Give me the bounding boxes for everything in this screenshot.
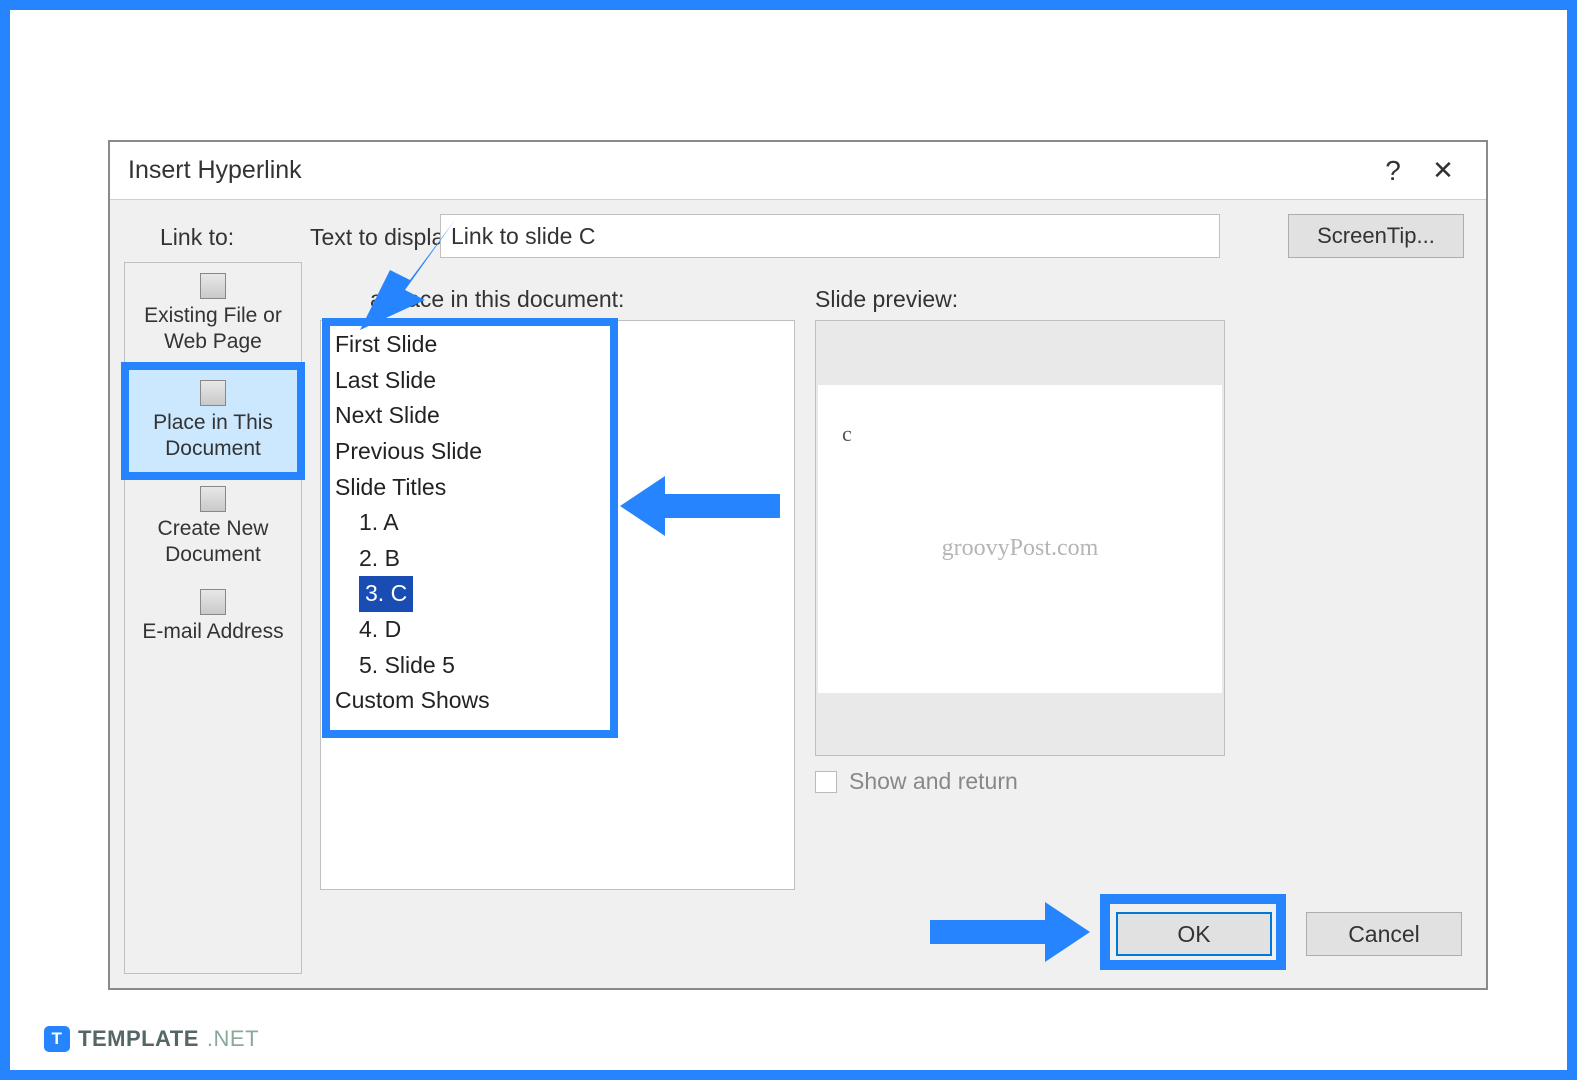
slide-preview: c groovyPost.com	[818, 385, 1222, 693]
annotation-arrow-tree	[620, 476, 780, 536]
close-icon[interactable]: ✕	[1418, 155, 1468, 186]
slide-preview-box: c groovyPost.com	[815, 320, 1225, 756]
tree-item[interactable]: Last Slide	[335, 363, 780, 399]
link-to-label: Link to:	[160, 224, 234, 251]
tree-item[interactable]: Previous Slide	[335, 434, 780, 470]
screentip-button[interactable]: ScreenTip...	[1288, 214, 1464, 258]
document-places-tree[interactable]: First Slide Last Slide Next Slide Previo…	[320, 320, 795, 890]
tree-item-selected[interactable]: 3. C	[335, 576, 780, 612]
new-document-icon	[200, 486, 226, 512]
show-return-label: Show and return	[849, 768, 1018, 795]
sidebar-item-existing-file[interactable]: Existing File or Web Page	[125, 263, 301, 366]
brand-name: TEMPLATE	[78, 1026, 199, 1052]
show-and-return-row: Show and return	[815, 768, 1018, 795]
tree-item[interactable]: Custom Shows	[335, 683, 780, 719]
sidebar-item-label: Existing File or Web Page	[144, 304, 282, 353]
dialog-title: Insert Hyperlink	[128, 156, 1368, 185]
brand-logo-icon: T	[44, 1026, 70, 1052]
annotation-arrow-sidebar	[360, 220, 480, 330]
sidebar-item-create-new[interactable]: Create New Document	[125, 476, 301, 579]
tree-item[interactable]: 2. B	[335, 541, 780, 577]
email-icon	[200, 589, 226, 615]
annotation-arrow-ok	[930, 902, 1090, 962]
document-place-icon	[200, 380, 226, 406]
preview-watermark: groovyPost.com	[818, 535, 1222, 562]
show-return-checkbox[interactable]	[815, 771, 837, 793]
tutorial-frame: Insert Hyperlink ? ✕ Link to: Text to di…	[0, 0, 1577, 1080]
sidebar-item-place-in-document[interactable]: Place in This Document	[121, 362, 305, 481]
sidebar-item-label: E-mail Address	[142, 620, 283, 643]
dialog-body: Link to: Text to display: ScreenTip... E…	[110, 200, 1486, 988]
tree-item[interactable]: 4. D	[335, 612, 780, 648]
insert-hyperlink-dialog: Insert Hyperlink ? ✕ Link to: Text to di…	[108, 140, 1488, 990]
cancel-button[interactable]: Cancel	[1306, 912, 1462, 956]
brand-suffix: .NET	[207, 1026, 259, 1052]
tree-item[interactable]: Next Slide	[335, 398, 780, 434]
file-web-icon	[200, 273, 226, 299]
tree-item[interactable]: First Slide	[335, 327, 780, 363]
tree-item[interactable]: 5. Slide 5	[335, 648, 780, 684]
link-to-sidebar: Existing File or Web Page Place in This …	[124, 262, 302, 974]
sidebar-item-email[interactable]: E-mail Address	[125, 579, 301, 655]
preview-slide-letter: c	[842, 421, 852, 447]
ok-button[interactable]: OK	[1116, 912, 1272, 956]
sidebar-item-label: Place in This Document	[153, 411, 273, 460]
help-icon[interactable]: ?	[1368, 155, 1418, 187]
sidebar-item-label: Create New Document	[158, 517, 269, 566]
dialog-titlebar: Insert Hyperlink ? ✕	[110, 142, 1486, 200]
slide-preview-label: Slide preview:	[815, 286, 958, 313]
brand-watermark: T TEMPLATE .NET	[44, 1026, 259, 1052]
text-to-display-input[interactable]	[440, 214, 1220, 258]
